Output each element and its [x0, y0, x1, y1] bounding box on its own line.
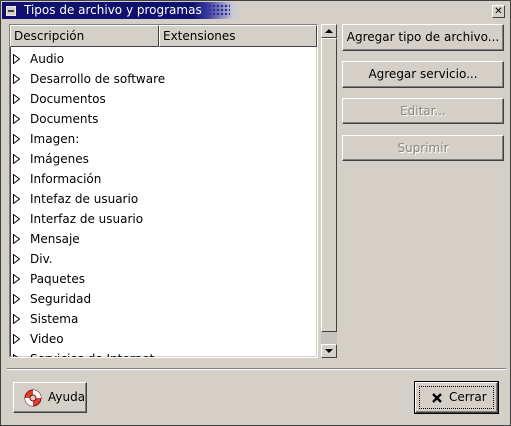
triangle-right-icon[interactable] — [13, 94, 20, 104]
list-item[interactable]: Interfaz de usuario — [10, 209, 317, 229]
list-item-label: Mensaje — [30, 232, 80, 246]
title-bar[interactable]: Tipos de archivo y programas ✕ — [2, 2, 509, 19]
file-types-dialog: Tipos de archivo y programas ✕ Descripci… — [0, 0, 511, 426]
list-item[interactable]: Video — [10, 329, 317, 349]
delete-button[interactable]: Suprimir — [342, 135, 504, 161]
list-item-label: Div. — [30, 252, 53, 266]
column-header-description[interactable]: Descripción — [10, 25, 159, 47]
window-title: Tipos de archivo y programas — [24, 3, 202, 17]
list-item-label: Servicios de Internet — [30, 349, 154, 357]
window-close-button[interactable]: ✕ — [492, 5, 505, 18]
triangle-right-icon[interactable] — [13, 114, 20, 124]
column-header-extensions[interactable]: Extensiones — [159, 25, 317, 47]
list-header: Descripción Extensiones — [10, 25, 317, 47]
add-service-button[interactable]: Agregar servicio... — [342, 61, 504, 88]
triangle-right-icon[interactable] — [13, 234, 20, 244]
footer-separator — [7, 368, 506, 370]
triangle-right-icon[interactable] — [13, 54, 20, 64]
triangle-right-icon[interactable] — [13, 214, 20, 224]
list-item-label: Imagen: — [30, 132, 80, 146]
title-bar-pattern — [200, 4, 230, 17]
window-menu-icon[interactable] — [6, 6, 16, 16]
list-item-label: Audio — [30, 52, 65, 66]
list-item-label: Imágenes — [30, 152, 89, 166]
list-item-label: Sistema — [30, 312, 79, 326]
list-item[interactable]: Documents — [10, 109, 317, 129]
triangle-right-icon[interactable] — [13, 254, 20, 264]
triangle-right-icon[interactable] — [13, 274, 20, 284]
list-item[interactable]: Imagen: — [10, 129, 317, 149]
list-item[interactable]: Desarrollo de software — [10, 69, 317, 89]
list-item-label: Video — [30, 332, 64, 346]
triangle-right-icon[interactable] — [13, 74, 20, 84]
list-item[interactable]: Audio — [10, 49, 317, 69]
triangle-right-icon[interactable] — [13, 174, 20, 184]
list-item[interactable]: Sistema — [10, 309, 317, 329]
list-item[interactable]: Paquetes — [10, 269, 317, 289]
add-file-type-button[interactable]: Agregar tipo de archivo... — [342, 24, 504, 51]
list-item[interactable]: Mensaje — [10, 229, 317, 249]
triangle-right-icon[interactable] — [13, 154, 20, 164]
help-button[interactable]: Ayuda — [13, 382, 87, 413]
list-item[interactable]: Servicios de Internet — [10, 349, 317, 358]
list-item[interactable]: Imágenes — [10, 149, 317, 169]
triangle-right-icon[interactable] — [13, 294, 20, 304]
scroll-trough[interactable] — [321, 38, 337, 344]
edit-button[interactable]: Editar... — [342, 98, 504, 124]
arrow-down-icon — [325, 349, 333, 353]
arrow-up-icon — [325, 29, 333, 33]
list-item[interactable]: Información — [10, 169, 317, 189]
list-item[interactable]: Documentos — [10, 89, 317, 109]
close-button-default-frame: Cerrar — [414, 381, 499, 414]
scroll-down-button[interactable] — [321, 344, 337, 358]
triangle-right-icon[interactable] — [13, 314, 20, 324]
list-item[interactable]: Intefaz de usuario — [10, 189, 317, 209]
list-item-label: Intefaz de usuario — [30, 192, 139, 206]
triangle-right-icon[interactable] — [13, 134, 20, 144]
help-button-label: Ayuda — [48, 390, 86, 404]
list-item-label: Seguridad — [30, 292, 92, 306]
x-icon — [432, 393, 442, 403]
close-button[interactable]: Cerrar — [415, 382, 498, 413]
scroll-up-button[interactable] — [321, 24, 337, 38]
list-item-label: Desarrollo de software — [30, 72, 166, 86]
file-types-list[interactable]: Descripción Extensiones Audio Desarrollo … — [9, 24, 318, 358]
list-rows: Audio Desarrollo de software Documentos Doc… — [10, 49, 317, 358]
triangle-right-icon[interactable] — [13, 354, 20, 358]
list-item[interactable]: Seguridad — [10, 289, 317, 309]
list-item-label: Paquetes — [30, 272, 85, 286]
triangle-right-icon[interactable] — [13, 194, 20, 204]
list-item-label: Documents — [30, 112, 99, 126]
triangle-right-icon[interactable] — [13, 334, 20, 344]
list-item-label: Documentos — [30, 92, 106, 106]
list-item[interactable]: Div. — [10, 249, 317, 269]
lifebuoy-icon — [24, 389, 42, 407]
list-scrollbar[interactable] — [321, 24, 337, 358]
list-item-label: Interfaz de usuario — [30, 212, 144, 226]
list-item-label: Información — [30, 172, 102, 186]
scroll-thumb[interactable] — [321, 38, 337, 332]
